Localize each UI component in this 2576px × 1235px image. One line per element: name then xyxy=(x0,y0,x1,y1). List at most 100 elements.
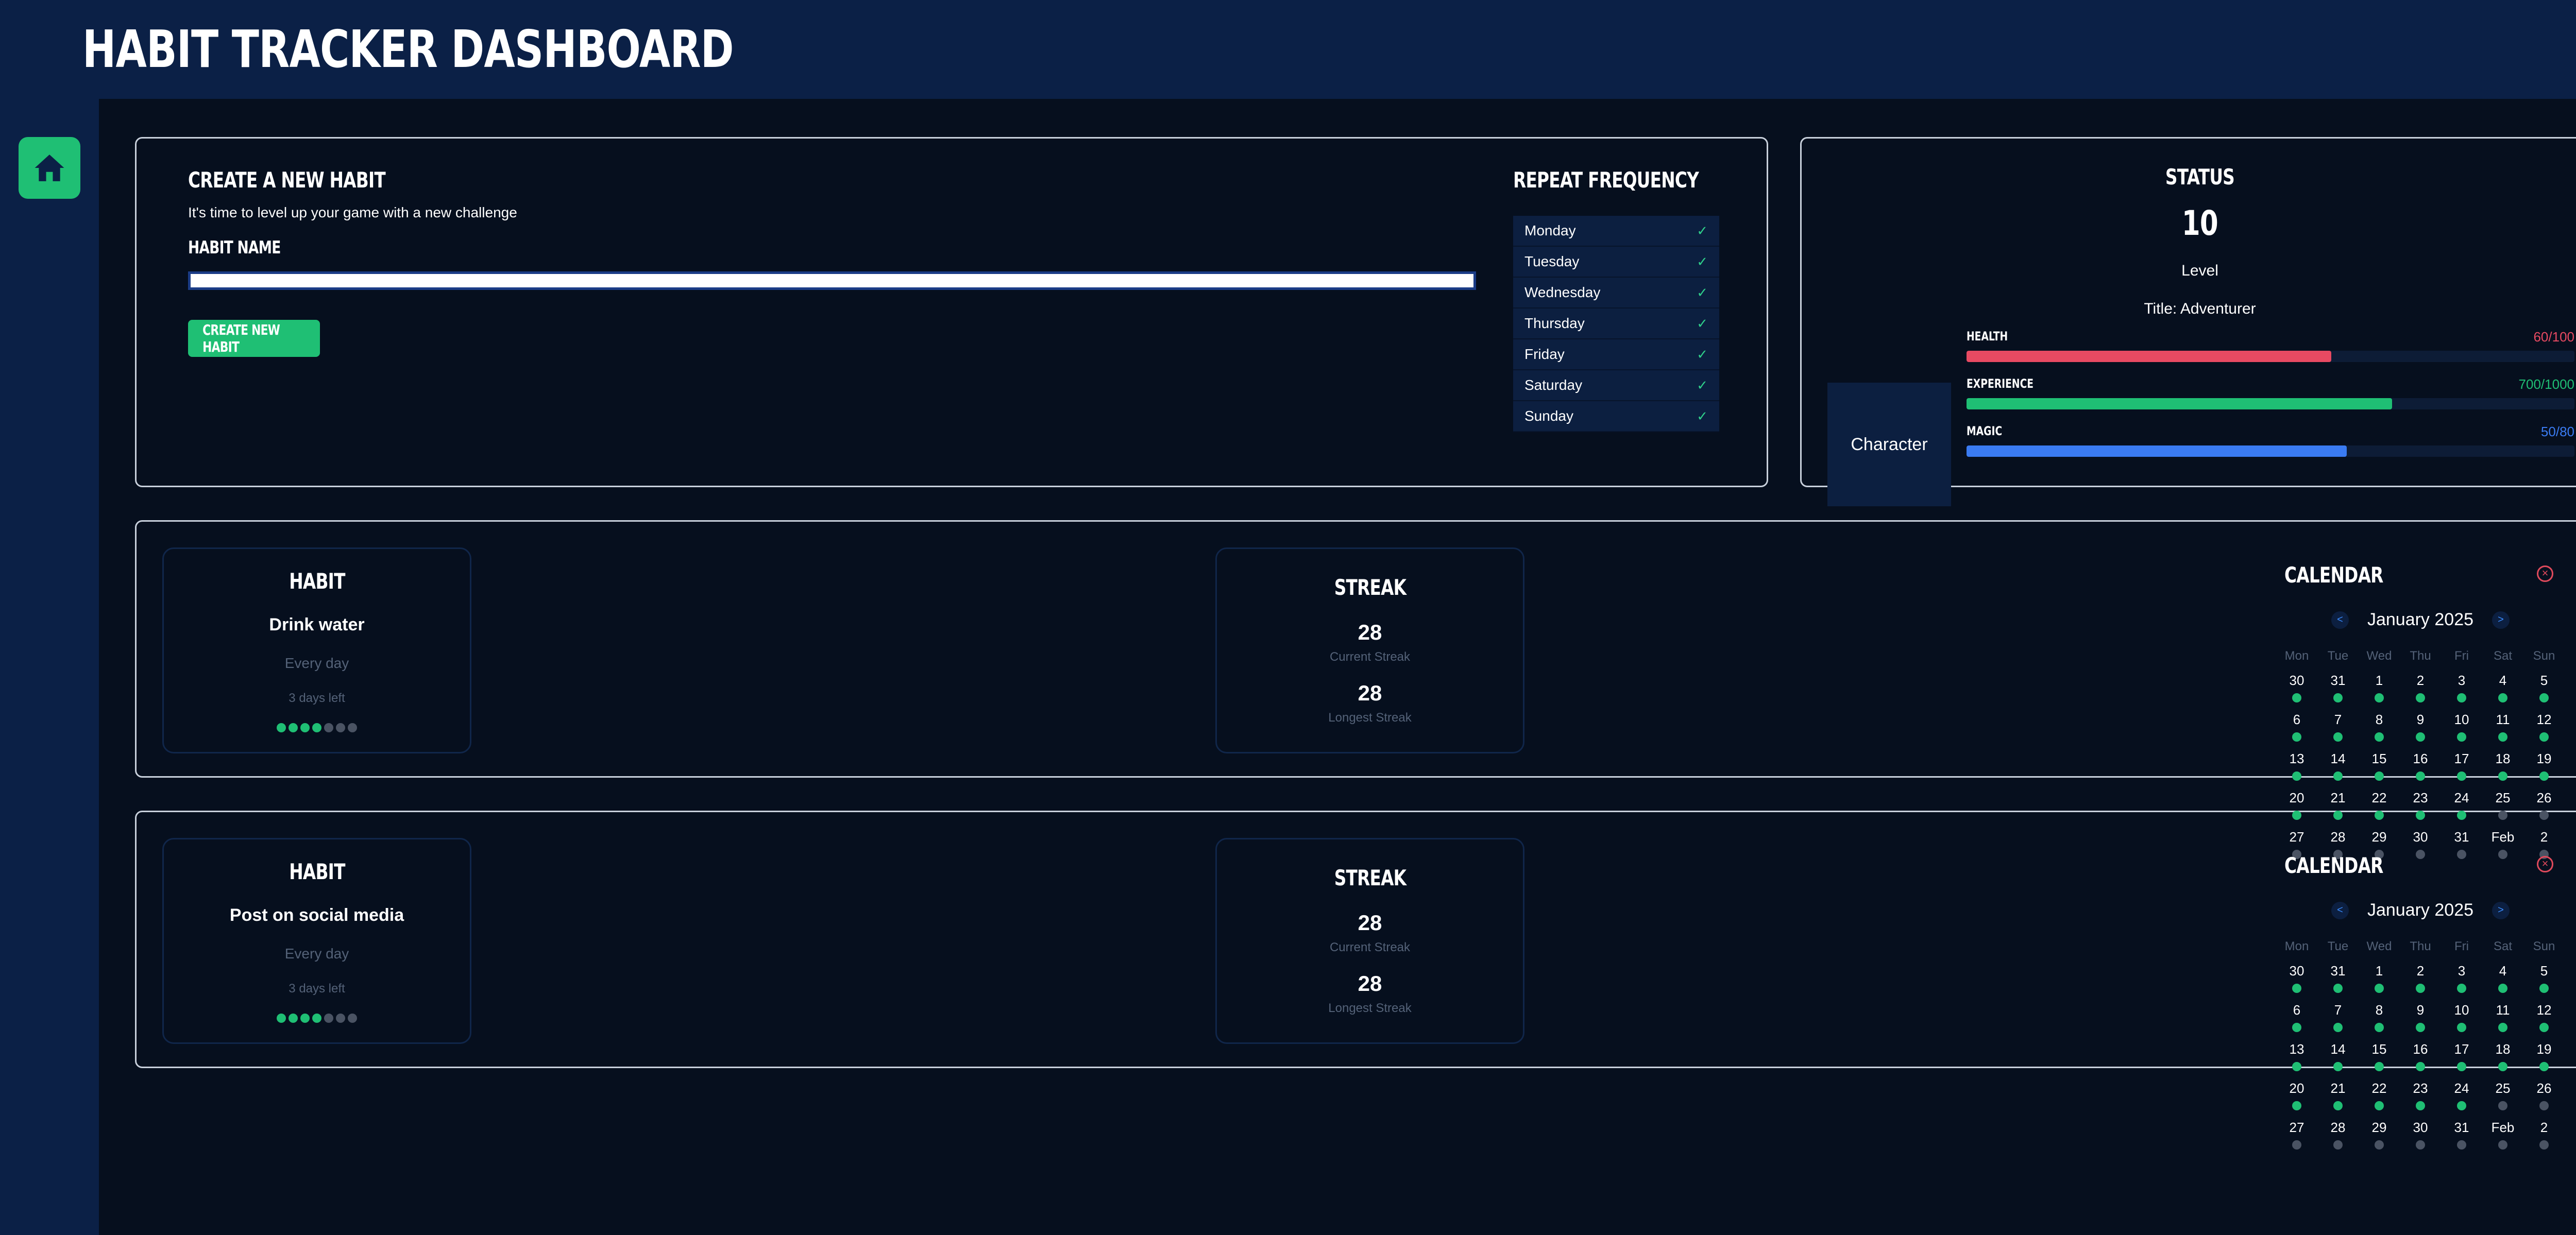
calendar-day[interactable]: 10 xyxy=(2441,999,2482,1038)
stat-value: 60/100 xyxy=(2533,329,2574,345)
calendar-day[interactable]: Feb xyxy=(2482,1117,2523,1156)
calendar-title: CALENDAR xyxy=(2284,853,2383,878)
calendar-day[interactable]: 13 xyxy=(2276,1038,2317,1077)
calendar-day[interactable]: 7 xyxy=(2317,709,2359,748)
calendar-day[interactable]: 27 xyxy=(2276,1117,2317,1156)
calendar-day-dot xyxy=(2416,1140,2425,1150)
habit-card[interactable]: HABIT Post on social media Every day 3 days… xyxy=(162,838,471,1044)
calendar-day[interactable]: 20 xyxy=(2276,787,2317,826)
calendar-day[interactable]: 28 xyxy=(2317,1117,2359,1156)
habit-name: Drink water xyxy=(269,615,365,634)
calendar-day[interactable]: 3 xyxy=(2441,670,2482,709)
calendar-day[interactable]: 15 xyxy=(2359,1038,2400,1077)
calendar-day[interactable]: 24 xyxy=(2441,787,2482,826)
calendar-day[interactable]: 20 xyxy=(2276,1077,2317,1117)
calendar-day-number: 28 xyxy=(2330,829,2346,845)
calendar-day[interactable]: 26 xyxy=(2523,1077,2565,1117)
next-month-button[interactable]: > xyxy=(2492,901,2510,919)
progress-dot xyxy=(348,1014,357,1023)
calendar-day[interactable]: 11 xyxy=(2482,999,2523,1038)
streak-title: STREAK xyxy=(1334,575,1406,600)
calendar-day[interactable]: 8 xyxy=(2359,709,2400,748)
calendar-day-dot xyxy=(2457,693,2466,702)
check-icon: ✓ xyxy=(1697,377,1708,393)
calendar-day[interactable]: 3 xyxy=(2441,960,2482,999)
calendar-day[interactable]: 22 xyxy=(2359,1077,2400,1117)
calendar-day[interactable]: 4 xyxy=(2482,960,2523,999)
weekday-label: Thu xyxy=(2410,939,2431,953)
calendar-day[interactable]: 11 xyxy=(2482,709,2523,748)
calendar-day[interactable]: 29 xyxy=(2359,1117,2400,1156)
habit-name-input[interactable] xyxy=(188,271,1476,290)
calendar-day[interactable]: 9 xyxy=(2400,999,2441,1038)
calendar-day[interactable]: 19 xyxy=(2523,748,2565,787)
home-button[interactable] xyxy=(19,137,80,199)
calendar-day[interactable]: 30 xyxy=(2276,670,2317,709)
calendar-day[interactable]: 26 xyxy=(2523,787,2565,826)
calendar-day-number: 29 xyxy=(2371,1120,2387,1135)
calendar-day[interactable]: 31 xyxy=(2441,1117,2482,1156)
frequency-day-tuesday[interactable]: Tuesday ✓ xyxy=(1513,247,1719,278)
calendar-day[interactable]: 13 xyxy=(2276,748,2317,787)
calendar-day[interactable]: 21 xyxy=(2317,1077,2359,1117)
calendar-day[interactable]: Feb xyxy=(2482,826,2523,865)
frequency-day-monday[interactable]: Monday ✓ xyxy=(1513,216,1719,247)
stat-header: HEALTH 60/100 xyxy=(1967,329,2574,347)
calendar-day[interactable]: 16 xyxy=(2400,748,2441,787)
prev-month-button[interactable]: < xyxy=(2331,611,2349,629)
create-habit-button[interactable]: CREATE NEW HABIT xyxy=(188,320,320,357)
stat-health: HEALTH 60/100 xyxy=(1967,329,2574,362)
habit-card[interactable]: HABIT Drink water Every day 3 days left xyxy=(162,547,471,753)
calendar-day[interactable]: 30 xyxy=(2400,1117,2441,1156)
calendar-day[interactable]: 21 xyxy=(2317,787,2359,826)
calendar-day[interactable]: 30 xyxy=(2400,826,2441,865)
prev-month-button[interactable]: < xyxy=(2331,901,2349,919)
calendar-day[interactable]: 1 xyxy=(2359,670,2400,709)
calendar-day[interactable]: 7 xyxy=(2317,999,2359,1038)
calendar-day[interactable]: 23 xyxy=(2400,1077,2441,1117)
frequency-day-sunday[interactable]: Sunday ✓ xyxy=(1513,401,1719,432)
calendar-day[interactable]: 24 xyxy=(2441,1077,2482,1117)
weekday-label: Thu xyxy=(2410,649,2431,663)
calendar-day[interactable]: 25 xyxy=(2482,787,2523,826)
frequency-day-label: Friday xyxy=(1524,346,1565,362)
calendar-day[interactable]: 2 xyxy=(2523,1117,2565,1156)
calendar-day[interactable]: 10 xyxy=(2441,709,2482,748)
calendar-day[interactable]: 17 xyxy=(2441,1038,2482,1077)
calendar-day[interactable]: 9 xyxy=(2400,709,2441,748)
next-month-button[interactable]: > xyxy=(2492,611,2510,629)
calendar-day[interactable]: 2 xyxy=(2400,670,2441,709)
calendar-day[interactable]: 31 xyxy=(2441,826,2482,865)
calendar-day[interactable]: 6 xyxy=(2276,709,2317,748)
calendar-day[interactable]: 31 xyxy=(2317,670,2359,709)
calendar-day[interactable]: 4 xyxy=(2482,670,2523,709)
calendar-day[interactable]: 1 xyxy=(2359,960,2400,999)
calendar-month: January 2025 xyxy=(2367,900,2474,920)
calendar-day[interactable]: 31 xyxy=(2317,960,2359,999)
calendar-day[interactable]: 18 xyxy=(2482,748,2523,787)
calendar-day[interactable]: 18 xyxy=(2482,1038,2523,1077)
frequency-day-saturday[interactable]: Saturday ✓ xyxy=(1513,370,1719,401)
calendar-day[interactable]: 22 xyxy=(2359,787,2400,826)
calendar-day[interactable]: 15 xyxy=(2359,748,2400,787)
close-icon[interactable]: × xyxy=(2537,856,2553,872)
calendar-day[interactable]: 19 xyxy=(2523,1038,2565,1077)
calendar-day[interactable]: 5 xyxy=(2523,960,2565,999)
calendar-day[interactable]: 23 xyxy=(2400,787,2441,826)
frequency-day-friday[interactable]: Friday ✓ xyxy=(1513,339,1719,370)
calendar-day[interactable]: 14 xyxy=(2317,748,2359,787)
calendar-day[interactable]: 17 xyxy=(2441,748,2482,787)
calendar-day[interactable]: 25 xyxy=(2482,1077,2523,1117)
calendar-day[interactable]: 6 xyxy=(2276,999,2317,1038)
calendar-day[interactable]: 12 xyxy=(2523,999,2565,1038)
calendar-day[interactable]: 8 xyxy=(2359,999,2400,1038)
calendar-day[interactable]: 14 xyxy=(2317,1038,2359,1077)
frequency-day-wednesday[interactable]: Wednesday ✓ xyxy=(1513,278,1719,308)
calendar-day[interactable]: 5 xyxy=(2523,670,2565,709)
calendar-day[interactable]: 30 xyxy=(2276,960,2317,999)
close-icon[interactable]: × xyxy=(2537,565,2553,582)
calendar-day[interactable]: 12 xyxy=(2523,709,2565,748)
calendar-day[interactable]: 2 xyxy=(2400,960,2441,999)
frequency-day-thursday[interactable]: Thursday ✓ xyxy=(1513,308,1719,339)
calendar-day[interactable]: 16 xyxy=(2400,1038,2441,1077)
